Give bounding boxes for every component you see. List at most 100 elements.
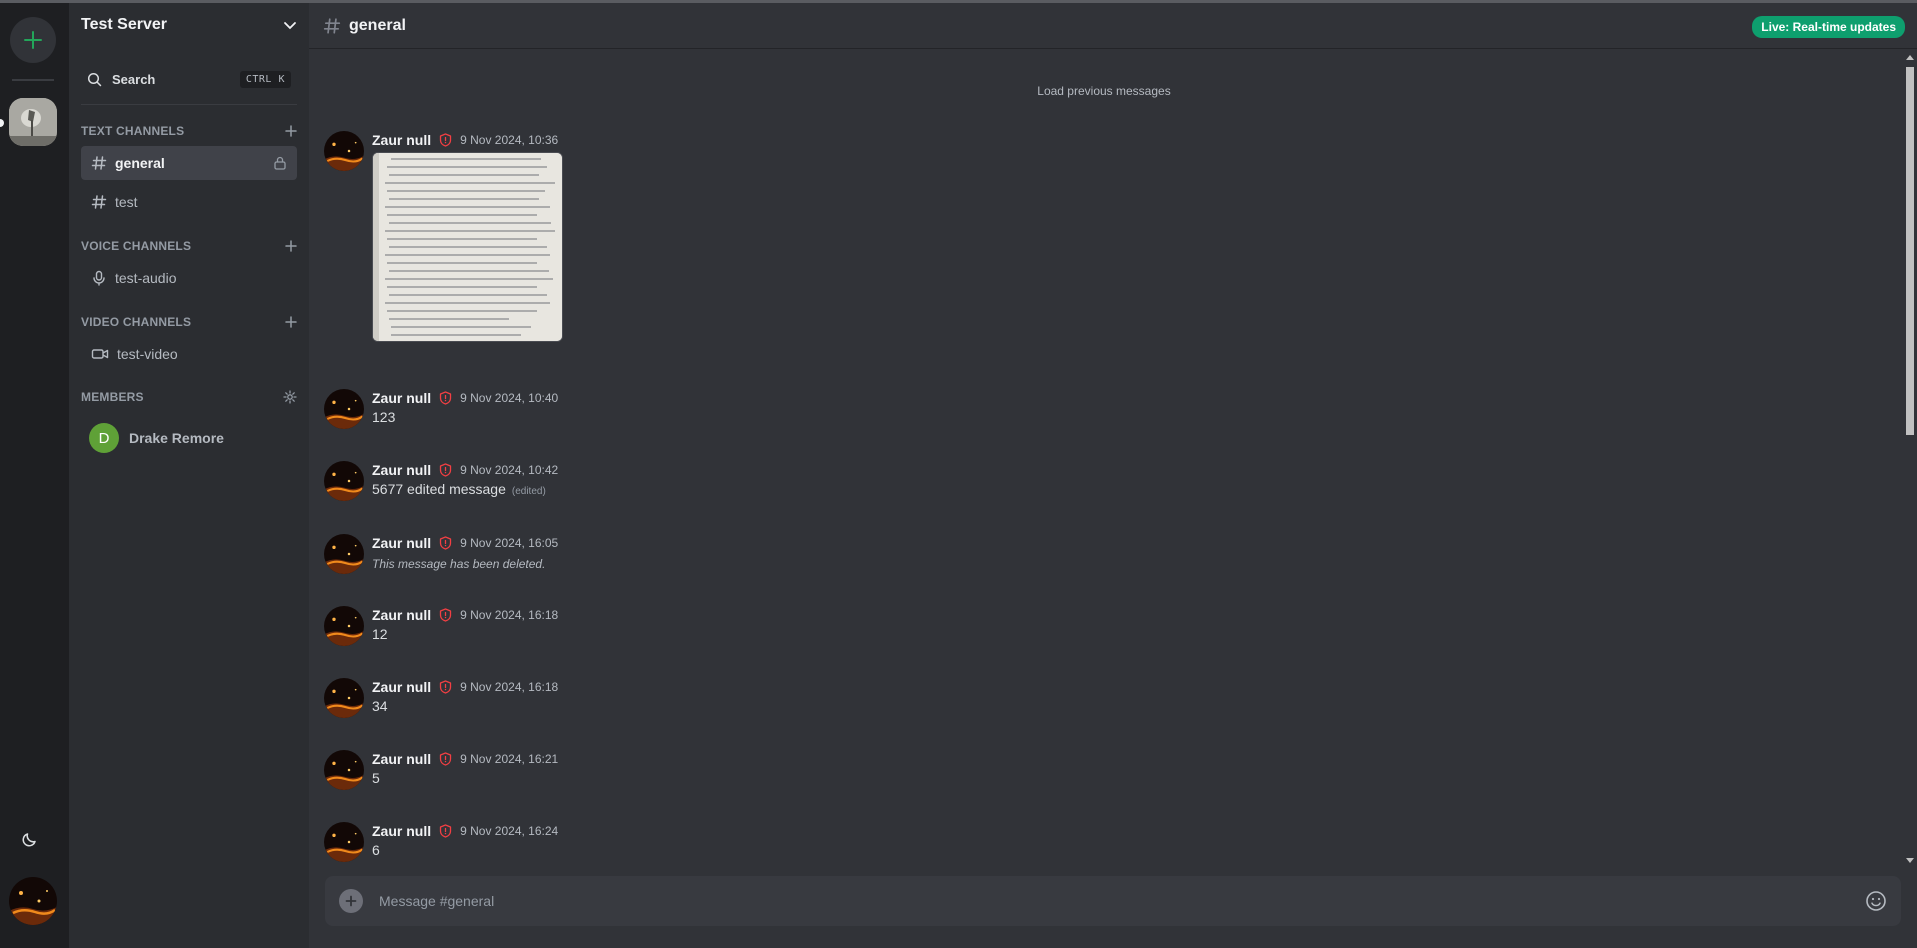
channel-sidebar: Test Server Search CTRL K TEXT CHANNELS … <box>69 3 309 948</box>
server-image-icon <box>9 98 57 146</box>
sidebar-divider <box>81 104 297 105</box>
message-timestamp: 9 Nov 2024, 16:21 <box>460 752 559 766</box>
channel-test-audio[interactable]: test-audio <box>81 261 297 295</box>
message-avatar[interactable] <box>324 131 364 171</box>
load-previous-messages-button[interactable]: Load previous messages <box>309 84 1899 98</box>
message-timestamp: 9 Nov 2024, 16:18 <box>460 608 559 622</box>
add-text-channel-icon[interactable] <box>285 125 297 137</box>
message-timestamp: 9 Nov 2024, 16:18 <box>460 680 559 694</box>
channel-test-video[interactable]: test-video <box>81 337 297 371</box>
shield-icon <box>439 391 452 405</box>
server-header[interactable]: Test Server <box>69 3 309 47</box>
message-text-container: 5677 edited message (edited) <box>372 481 546 497</box>
message-avatar[interactable] <box>324 678 364 718</box>
search-button[interactable]: Search CTRL K <box>79 64 299 94</box>
category-video-channels: VIDEO CHANNELS <box>81 312 297 332</box>
message-author[interactable]: Zaur null <box>372 751 431 767</box>
channel-label: general <box>115 155 165 171</box>
add-server-button[interactable] <box>10 17 56 63</box>
channel-header: general Live: Real-time updates <box>309 3 1917 49</box>
server-selected-indicator <box>0 119 4 127</box>
app-window: Test Server Search CTRL K TEXT CHANNELS … <box>0 0 1917 948</box>
search-label: Search <box>112 71 156 87</box>
add-voice-channel-icon[interactable] <box>285 240 297 252</box>
message-avatar[interactable] <box>324 534 364 574</box>
message-avatar[interactable] <box>324 750 364 790</box>
channel-test[interactable]: test <box>81 185 297 219</box>
hashtag-icon <box>91 156 107 170</box>
message-timestamp: 9 Nov 2024, 16:05 <box>460 536 559 550</box>
scroll-down-arrow-icon[interactable] <box>1906 858 1914 863</box>
attach-button[interactable] <box>339 889 363 913</box>
avatar-image <box>324 606 364 646</box>
message-avatar[interactable] <box>324 606 364 646</box>
chat-area: general Live: Real-time updates Load pre… <box>309 3 1917 948</box>
message-text: 34 <box>372 698 388 714</box>
message-avatar[interactable] <box>324 461 364 501</box>
category-members: MEMBERS <box>81 387 297 407</box>
microphone-icon <box>93 270 105 286</box>
message-author[interactable]: Zaur null <box>372 607 431 623</box>
shield-icon <box>439 824 452 838</box>
theme-toggle-button[interactable] <box>22 831 38 852</box>
gear-icon[interactable] <box>283 390 297 404</box>
message-header: Zaur null 9 Nov 2024, 16:18 <box>372 678 558 696</box>
message-author[interactable]: Zaur null <box>372 823 431 839</box>
category-label: VOICE CHANNELS <box>81 239 192 253</box>
scroll-up-arrow-icon[interactable] <box>1906 55 1914 60</box>
message-author[interactable]: Zaur null <box>372 535 431 551</box>
server-rail <box>0 3 69 948</box>
lock-icon <box>274 156 286 170</box>
add-video-channel-icon[interactable] <box>285 316 297 328</box>
message-text: 5677 edited message <box>372 481 506 497</box>
message-author[interactable]: Zaur null <box>372 132 431 148</box>
message-author[interactable]: Zaur null <box>372 679 431 695</box>
shield-icon <box>439 536 452 550</box>
category-label: MEMBERS <box>81 390 144 404</box>
messages-scrollbar[interactable] <box>1903 53 1917 865</box>
plus-icon <box>345 895 357 907</box>
edited-label: (edited) <box>511 486 546 497</box>
message-avatar[interactable] <box>324 389 364 429</box>
member-drake-remore[interactable]: D Drake Remore <box>89 423 224 453</box>
image-attachment[interactable] <box>372 152 563 342</box>
handwritten-page-image <box>373 153 562 341</box>
member-name: Drake Remore <box>129 430 224 446</box>
deleted-message-text: This message has been deleted. <box>372 557 546 571</box>
server-icon-test-server[interactable] <box>9 98 57 146</box>
search-shortcut: CTRL K <box>239 70 291 88</box>
message-header: Zaur null 9 Nov 2024, 16:21 <box>372 750 558 768</box>
avatar-image <box>324 534 364 574</box>
category-text-channels: TEXT CHANNELS <box>81 121 297 141</box>
message-author[interactable]: Zaur null <box>372 390 431 406</box>
video-camera-icon <box>91 349 109 359</box>
chevron-down-icon <box>284 22 296 30</box>
shield-icon <box>439 133 452 147</box>
avatar-image <box>324 750 364 790</box>
message-author[interactable]: Zaur null <box>372 462 431 478</box>
avatar-image <box>324 822 364 862</box>
message-avatar[interactable] <box>324 822 364 862</box>
message-header: Zaur null 9 Nov 2024, 10:40 <box>372 389 558 407</box>
message-header: Zaur null 9 Nov 2024, 16:05 <box>372 534 558 552</box>
avatar-image <box>324 678 364 718</box>
avatar-image <box>324 131 364 171</box>
message-input[interactable] <box>379 893 1865 909</box>
current-user-avatar[interactable] <box>9 877 57 925</box>
message-header: Zaur null 9 Nov 2024, 16:18 <box>372 606 558 624</box>
emoji-icon[interactable] <box>1865 890 1887 912</box>
category-voice-channels: VOICE CHANNELS <box>81 236 297 256</box>
category-label: TEXT CHANNELS <box>81 124 185 138</box>
message-text: 6 <box>372 842 380 858</box>
category-label: VIDEO CHANNELS <box>81 315 192 329</box>
message-header: Zaur null 9 Nov 2024, 10:36 <box>372 131 558 149</box>
message-timestamp: 9 Nov 2024, 16:24 <box>460 824 559 838</box>
channel-general[interactable]: general <box>81 146 297 180</box>
shield-icon <box>439 680 452 694</box>
shield-icon <box>439 752 452 766</box>
channel-title: general <box>349 16 406 34</box>
message-composer <box>325 876 1901 926</box>
plus-icon <box>24 31 42 49</box>
scrollbar-thumb[interactable] <box>1906 67 1914 435</box>
message-text: 12 <box>372 626 388 642</box>
